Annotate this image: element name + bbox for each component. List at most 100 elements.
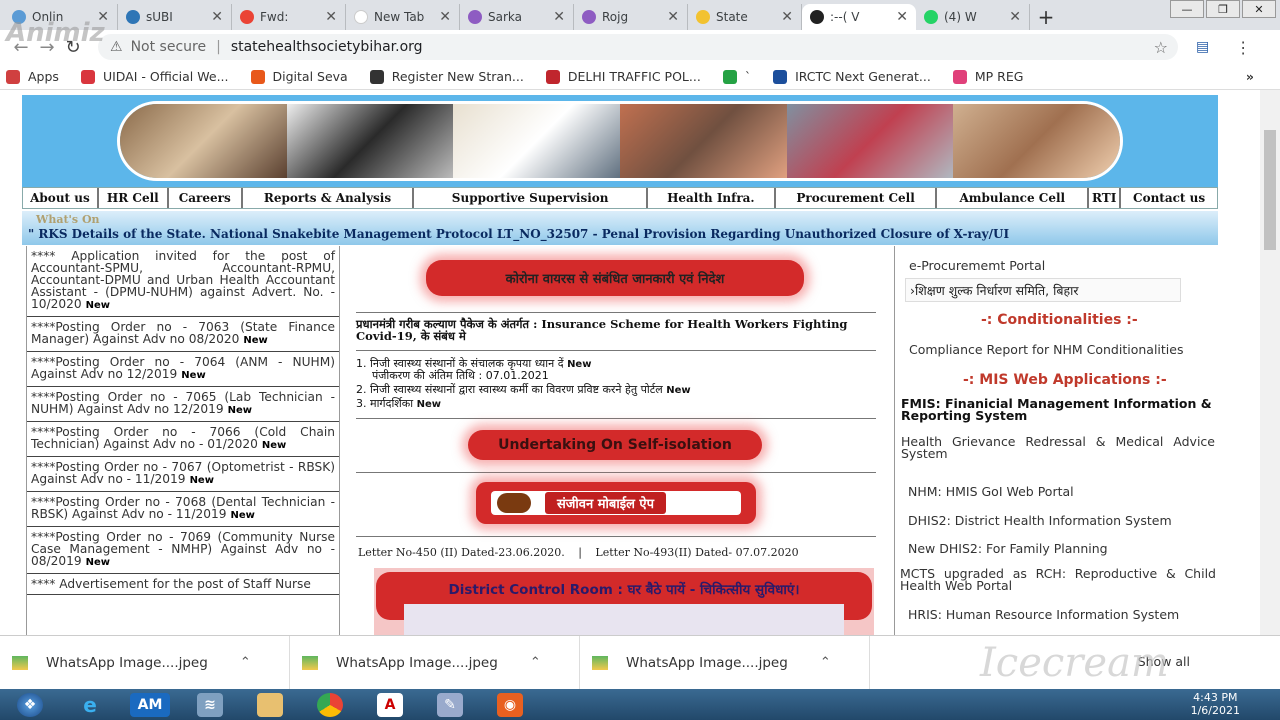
browser-tab[interactable]: sUBI ✕ <box>118 4 232 30</box>
warning-icon[interactable]: ⚠ <box>110 39 123 55</box>
close-tab-icon[interactable]: ✕ <box>439 9 451 25</box>
minimize-icon[interactable]: — <box>1170 0 1204 18</box>
download-item[interactable]: WhatsApp Image....jpeg ⌃ <box>0 635 290 690</box>
url-text[interactable]: statehealthsocietybihar.org <box>231 39 423 55</box>
close-tab-icon[interactable]: ✕ <box>1009 9 1021 25</box>
taskbar-am[interactable]: AM <box>120 689 180 720</box>
letter-493-link[interactable]: Letter No-493(II) Dated- 07.07.2020 <box>595 546 798 559</box>
start-button[interactable]: ❖ <box>0 689 60 720</box>
scrollbar-thumb[interactable] <box>1264 130 1276 250</box>
notification-item[interactable]: ****Posting Order no - 7066 (Cold Chain … <box>27 422 339 457</box>
notification-text: ****Posting Order no - 7068 (Dental Tech… <box>31 495 335 521</box>
nav-item[interactable]: Careers <box>169 188 243 208</box>
nav-item[interactable]: Ambulance Cell <box>937 188 1090 208</box>
bookmark-item[interactable]: Digital Seva <box>250 69 348 84</box>
ticker-text[interactable]: " RKS Details of the State. National Sna… <box>28 227 1009 241</box>
nav-item[interactable]: Reports & Analysis <box>243 188 415 208</box>
compliance-report-link[interactable]: Compliance Report for NHM Conditionaliti… <box>909 342 1183 357</box>
omnibox[interactable]: ⚠ Not secure | statehealthsocietybihar.o… <box>98 34 1178 60</box>
list-item[interactable]: 3. मार्गदर्शिका New <box>356 398 441 411</box>
list-item[interactable]: 2. निजी स्वास्थ्य संस्थानों द्वारा स्वास… <box>356 384 691 397</box>
close-tab-icon[interactable]: ✕ <box>896 9 908 25</box>
close-window-icon[interactable]: ✕ <box>1242 0 1276 18</box>
hmis-link-visible[interactable]: NHM: HMIS GoI Web Portal <box>908 484 1074 499</box>
fee-committee-link[interactable]: ›शिक्षण शुल्क निर्धारण समिति, बिहार <box>905 278 1181 302</box>
nav-item[interactable]: Health Infra. <box>648 188 776 208</box>
notification-item[interactable]: ****Posting Order no - 7064 (ANM - NUHM)… <box>27 352 339 387</box>
dhis2-link-visible[interactable]: DHIS2: District Health Information Syste… <box>908 513 1172 528</box>
nav-item[interactable]: Contact us <box>1121 188 1217 208</box>
system-clock[interactable]: 4:43 PM 1/6/2021 <box>1191 691 1240 717</box>
notification-item[interactable]: **** Advertisement for the post of Staff… <box>27 574 339 595</box>
pmgkp-text[interactable]: प्रधानमंत्री गरीब कल्याण पैकेज के अंतर्ग… <box>356 318 876 342</box>
browser-tab[interactable]: (4) W ✕ <box>916 4 1030 30</box>
taskbar-explorer[interactable] <box>240 689 300 720</box>
divider <box>356 312 876 313</box>
taskbar-app[interactable]: ≋ <box>180 689 240 720</box>
bookmarks-overflow-icon[interactable]: » <box>1246 69 1254 84</box>
download-item[interactable]: WhatsApp Image....jpeg ⌃ <box>290 635 580 690</box>
bookmark-item[interactable]: DELHI TRAFFIC POL... <box>545 69 701 84</box>
close-tab-icon[interactable]: ✕ <box>553 9 565 25</box>
nav-item[interactable]: Supportive Supervision <box>414 188 648 208</box>
control-room-panel[interactable]: District Control Room : घर बैठे पायें - … <box>374 568 874 635</box>
page-scrollbar[interactable] <box>1260 90 1280 635</box>
undertaking-button[interactable]: Undertaking On Self-isolation <box>468 430 762 460</box>
notification-item[interactable]: ****Posting Order no - 7065 (Lab Technic… <box>27 387 339 422</box>
notification-item[interactable]: ****Posting Order no - 7068 (Dental Tech… <box>27 492 339 527</box>
taskbar-ie[interactable]: e <box>60 689 120 720</box>
letter-450-link[interactable]: Letter No-450 (II) Dated-23.06.2020. <box>358 546 565 559</box>
browser-tab[interactable]: Sarka ✕ <box>460 4 574 30</box>
download-item[interactable]: WhatsApp Image....jpeg ⌃ <box>580 635 870 690</box>
taskbar-chrome[interactable] <box>300 689 360 720</box>
sanjeevan-app-button[interactable]: संजीवन मोबाईल ऐप <box>476 482 756 524</box>
clock-date: 1/6/2021 <box>1190 704 1240 717</box>
browser-tab[interactable]: Fwd: ✕ <box>232 4 346 30</box>
notification-item[interactable]: ****Posting Order no - 7067 (Optometrist… <box>27 457 339 492</box>
close-tab-icon[interactable]: ✕ <box>325 9 337 25</box>
e-procurement-link[interactable]: e-Procurememt Portal <box>909 258 1045 273</box>
nav-item[interactable]: RTI <box>1089 188 1122 208</box>
extension-icon[interactable]: ▤ <box>1196 39 1209 55</box>
taskbar-recorder[interactable]: ◉ <box>480 689 540 720</box>
corona-info-button[interactable]: कोरोना वायरस से संबंधित जानकारी एवं निदे… <box>426 260 804 296</box>
notification-item[interactable]: ****Posting Order no - 7063 (State Finan… <box>27 317 339 352</box>
bookmark-favicon-icon <box>952 69 967 84</box>
bookmark-item[interactable]: IRCTC Next Generat... <box>773 69 931 84</box>
apps-shortcut[interactable]: Apps <box>6 69 59 84</box>
browser-tab[interactable]: Rojg ✕ <box>574 4 688 30</box>
mcts-link[interactable]: MCTS upgraded as RCH: Reproductive & Chi… <box>900 567 1216 592</box>
pdf-icon: A <box>377 692 403 717</box>
browser-tab[interactable]: New Tab ✕ <box>346 4 460 30</box>
bookmark-item[interactable]: Register New Stran... <box>369 69 524 84</box>
taskbar-acrobat[interactable]: A <box>360 689 420 720</box>
close-tab-icon[interactable]: ✕ <box>667 9 679 25</box>
close-tab-icon[interactable]: ✕ <box>781 9 793 25</box>
bookmark-item[interactable]: UIDAI - Official We... <box>80 69 229 84</box>
hris-link[interactable]: HRIS: Human Resource Information System <box>908 607 1179 622</box>
chevron-up-icon[interactable]: ⌃ <box>240 655 251 670</box>
chevron-up-icon[interactable]: ⌃ <box>820 655 831 670</box>
menu-icon[interactable]: ⋮ <box>1235 38 1251 57</box>
browser-tab[interactable]: :--( V ✕ <box>802 4 916 30</box>
restore-icon[interactable]: ❐ <box>1206 0 1240 18</box>
nav-item[interactable]: HR Cell <box>99 188 169 208</box>
bookmark-favicon-icon <box>80 69 95 84</box>
taskbar-paint[interactable]: ✎ <box>420 689 480 720</box>
health-grievance-label: Health Grievance Redressal & Medical Adv… <box>901 434 1215 461</box>
bookmark-item[interactable]: ` <box>722 69 751 84</box>
nav-item[interactable]: About us <box>23 188 99 208</box>
new-tab-button[interactable]: + <box>1030 4 1062 30</box>
bookmark-item[interactable]: MP REG <box>952 69 1023 84</box>
health-grievance-link[interactable]: Health Grievance Redressal & Medical Adv… <box>901 434 1215 461</box>
browser-tab[interactable]: State ✕ <box>688 4 802 30</box>
fmis-link[interactable]: FMIS: Finanicial Management Information … <box>901 397 1217 422</box>
nav-item[interactable]: Procurement Cell <box>776 188 938 208</box>
notification-item[interactable]: ****Posting Order no - 7069 (Community N… <box>27 527 339 574</box>
close-tab-icon[interactable]: ✕ <box>211 9 223 25</box>
chevron-up-icon[interactable]: ⌃ <box>530 655 541 670</box>
new-dhis2-link-visible[interactable]: New DHIS2: For Family Planning <box>908 541 1108 556</box>
bookmark-favicon-icon <box>545 69 560 84</box>
notification-item[interactable]: **** Application invited for the post of… <box>27 246 339 317</box>
star-icon[interactable]: ☆ <box>1154 38 1168 57</box>
